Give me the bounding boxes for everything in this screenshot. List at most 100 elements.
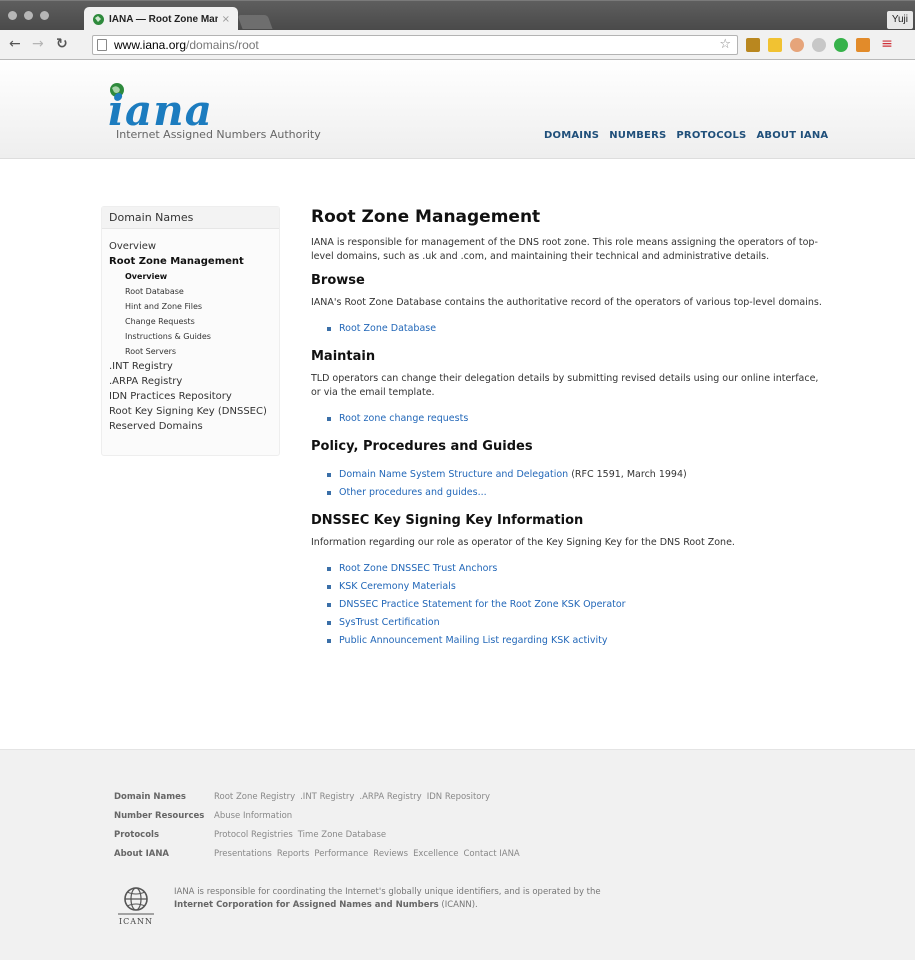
footer-link[interactable]: IDN Repository xyxy=(427,792,490,802)
sidebar-subitem-instructions-guides[interactable]: Instructions & Guides xyxy=(109,329,279,344)
list-item: Other procedures and guides... xyxy=(327,484,831,502)
footer-link[interactable]: Root Zone Registry xyxy=(214,792,295,802)
back-arrow-icon[interactable]: ← xyxy=(9,37,21,51)
bookmark-star-icon[interactable]: ☆ xyxy=(719,37,731,52)
iana-favicon-icon xyxy=(93,13,104,25)
footer-link[interactable]: .ARPA Registry xyxy=(359,792,421,802)
browse-text: IANA's Root Zone Database contains the a… xyxy=(311,297,822,308)
tab-title: IANA — Root Zone Manag xyxy=(109,13,218,25)
rfc-note: (RFC 1591, March 1994) xyxy=(568,469,687,480)
systrust-link[interactable]: SysTrust Certification xyxy=(339,617,440,628)
menu-icon[interactable]: ≡ xyxy=(880,37,894,52)
dnssec-links: Root Zone DNSSEC Trust Anchors KSK Cerem… xyxy=(311,556,831,652)
site-footer: Domain Names Root Zone Registry .INT Reg… xyxy=(0,749,915,960)
sidebar-subitem-overview[interactable]: Overview xyxy=(109,269,279,284)
cookie-extension-icon[interactable] xyxy=(790,38,804,52)
sidebar-subitem-change-requests[interactable]: Change Requests xyxy=(109,314,279,329)
sidebar-item-idn-practices[interactable]: IDN Practices Repository xyxy=(109,389,279,404)
footer-heading[interactable]: Number Resources xyxy=(114,811,214,821)
footer-link[interactable]: Excellence xyxy=(413,849,458,859)
dnssec-text: Information regarding our role as operat… xyxy=(311,537,735,548)
bird-extension-icon[interactable] xyxy=(812,38,826,52)
footer-link[interactable]: .INT Registry xyxy=(300,792,354,802)
ksk-ceremony-link[interactable]: KSK Ceremony Materials xyxy=(339,581,456,592)
browser-tab[interactable]: IANA — Root Zone Manag × xyxy=(84,7,238,31)
root-zone-database-link[interactable]: Root Zone Database xyxy=(339,323,436,334)
iana-logo[interactable]: iana xyxy=(108,89,213,133)
list-item: Root Zone Database xyxy=(327,320,831,338)
footer-heading[interactable]: Protocols xyxy=(114,830,214,840)
nav-protocols[interactable]: PROTOCOLS xyxy=(676,130,746,141)
policy-heading: Policy, Procedures and Guides xyxy=(311,439,533,454)
tab-close-icon[interactable]: × xyxy=(222,14,230,25)
sidebar-subitem-root-servers[interactable]: Root Servers xyxy=(109,344,279,359)
page-icon xyxy=(97,39,107,51)
forward-arrow-icon[interactable]: → xyxy=(32,37,44,51)
profile-button[interactable]: Yuji xyxy=(886,11,913,29)
logo-subtitle: Internet Assigned Numbers Authority xyxy=(116,128,321,141)
sidebar-item-root-ksk[interactable]: Root Key Signing Key (DNSSEC) xyxy=(109,404,279,419)
new-tab-button[interactable] xyxy=(237,15,273,29)
sidebar-heading[interactable]: Domain Names xyxy=(102,207,279,229)
list-item: Public Announcement Mailing List regardi… xyxy=(327,632,831,650)
footer-links: Domain Names Root Zone Registry .INT Reg… xyxy=(114,787,520,863)
footer-link[interactable]: Abuse Information xyxy=(214,811,292,821)
url-text: www.iana.org/domains/root xyxy=(114,38,259,52)
change-requests-link[interactable]: Root zone change requests xyxy=(339,413,468,424)
icann-line: IANA is responsible for coordinating the… xyxy=(174,887,601,897)
intro-text: IANA is responsible for management of th… xyxy=(311,237,818,262)
sidebar-item-int-registry[interactable]: .INT Registry xyxy=(109,359,279,374)
other-procedures-link[interactable]: Other procedures and guides... xyxy=(339,487,487,498)
icann-statement: IANA is responsible for coordinating the… xyxy=(174,886,674,912)
notes-extension-icon[interactable] xyxy=(768,38,782,52)
list-item: DNSSEC Practice Statement for the Root Z… xyxy=(327,596,831,614)
sidebar-item-root-zone-management[interactable]: Root Zone Management xyxy=(109,254,279,269)
footer-row-protocols: Protocols Protocol Registries Time Zone … xyxy=(114,825,520,844)
window-close-button[interactable] xyxy=(8,11,17,20)
grammarly-extension-icon[interactable] xyxy=(834,38,848,52)
window-zoom-button[interactable] xyxy=(40,11,49,20)
footer-row-about-iana: About IANA Presentations Reports Perform… xyxy=(114,844,520,863)
nav-domains[interactable]: DOMAINS xyxy=(544,130,599,141)
icann-logo-icon[interactable]: ICANN xyxy=(112,884,160,928)
policy-links: Domain Name System Structure and Delegat… xyxy=(311,462,831,504)
footer-link[interactable]: Performance xyxy=(314,849,368,859)
footer-heading[interactable]: About IANA xyxy=(114,849,214,859)
nav-numbers[interactable]: NUMBERS xyxy=(609,130,666,141)
sidebar-item-overview[interactable]: Overview xyxy=(109,239,279,254)
sidebar-item-arpa-registry[interactable]: .ARPA Registry xyxy=(109,374,279,389)
list-item: KSK Ceremony Materials xyxy=(327,578,831,596)
icann-suffix: (ICANN). xyxy=(438,900,478,910)
sidebar-subitem-hint-zone-files[interactable]: Hint and Zone Files xyxy=(109,299,279,314)
maintain-heading: Maintain xyxy=(311,349,376,364)
footer-row-domain-names: Domain Names Root Zone Registry .INT Reg… xyxy=(114,787,520,806)
address-bar[interactable]: www.iana.org/domains/root ☆ xyxy=(92,35,738,55)
footer-row-number-resources: Number Resources Abuse Information xyxy=(114,806,520,825)
footer-link[interactable]: Reports xyxy=(277,849,310,859)
main-nav: DOMAINS NUMBERS PROTOCOLS ABOUT IANA xyxy=(544,130,828,141)
footer-link[interactable]: Reviews xyxy=(373,849,408,859)
dns-structure-link[interactable]: Domain Name System Structure and Delegat… xyxy=(339,469,568,480)
nav-about-iana[interactable]: ABOUT IANA xyxy=(756,130,828,141)
sidebar: Domain Names Overview Root Zone Manageme… xyxy=(101,206,280,456)
sidebar-subitem-root-database[interactable]: Root Database xyxy=(109,284,279,299)
footer-link[interactable]: Contact IANA xyxy=(463,849,519,859)
museum-extension-icon[interactable] xyxy=(746,38,760,52)
footer-link[interactable]: Protocol Registries xyxy=(214,830,293,840)
browse-links: Root Zone Database xyxy=(311,316,831,340)
list-item: Root Zone DNSSEC Trust Anchors xyxy=(327,560,831,578)
footer-link[interactable]: Time Zone Database xyxy=(298,830,386,840)
trust-anchors-link[interactable]: Root Zone DNSSEC Trust Anchors xyxy=(339,563,497,574)
reload-icon[interactable]: ↻ xyxy=(56,37,68,51)
sidebar-item-reserved-domains[interactable]: Reserved Domains xyxy=(109,419,279,434)
dnssec-practice-statement-link[interactable]: DNSSEC Practice Statement for the Root Z… xyxy=(339,599,626,610)
footer-heading[interactable]: Domain Names xyxy=(114,792,214,802)
sidebar-list: Overview Root Zone Management Overview R… xyxy=(102,229,279,434)
puzzle-extension-icon[interactable] xyxy=(856,38,870,52)
icann-logo-text: ICANN xyxy=(119,917,153,926)
window-minimize-button[interactable] xyxy=(24,11,33,20)
list-item: Root zone change requests xyxy=(327,410,831,428)
mailing-list-link[interactable]: Public Announcement Mailing List regardi… xyxy=(339,635,608,646)
footer-link[interactable]: Presentations xyxy=(214,849,272,859)
page-title: Root Zone Management xyxy=(311,207,541,227)
